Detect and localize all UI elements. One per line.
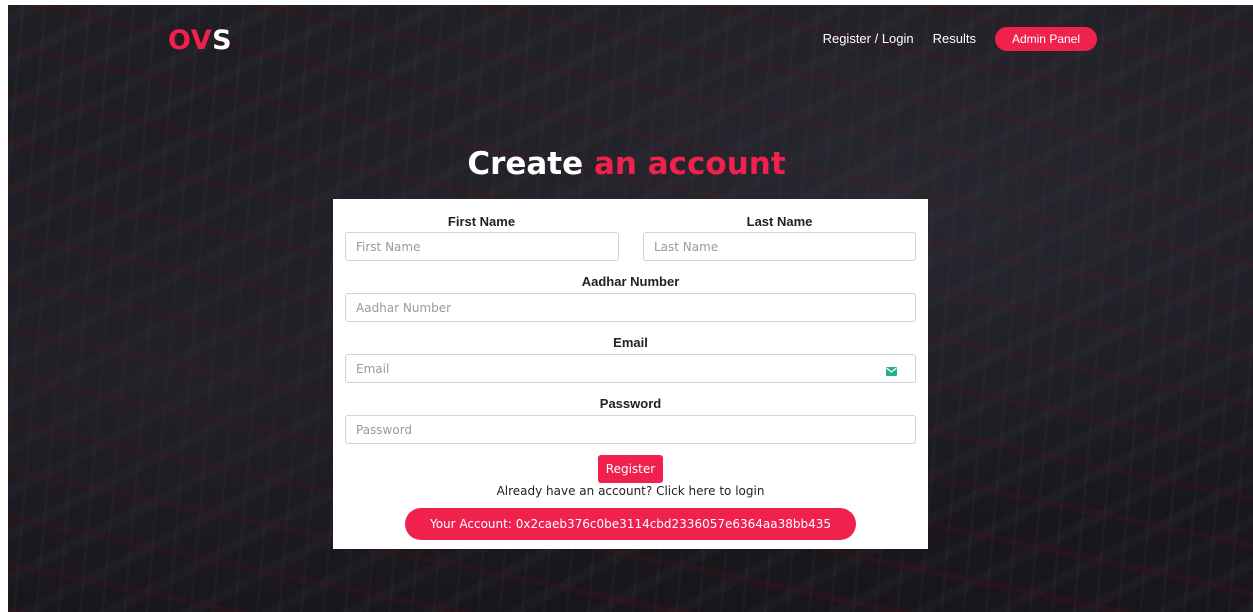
email-label: Email bbox=[613, 335, 648, 350]
page-title: Create an account bbox=[0, 142, 1253, 186]
last-name-label: Last Name bbox=[746, 214, 813, 229]
logo-accent-text: OV bbox=[168, 25, 213, 56]
mail-icon bbox=[886, 363, 897, 376]
first-name-label: First Name bbox=[447, 214, 516, 229]
first-name-input[interactable] bbox=[345, 232, 619, 261]
password-input[interactable] bbox=[345, 415, 916, 444]
page-title-part2: an account bbox=[593, 146, 786, 182]
ovs-logo[interactable]: OVS bbox=[168, 26, 232, 56]
password-label: Password bbox=[599, 396, 662, 411]
logo-rest-text: S bbox=[212, 25, 233, 56]
aadhar-number-input[interactable] bbox=[345, 293, 916, 322]
account-address-badge: Your Account: 0x2caeb376c0be3114cbd23360… bbox=[405, 508, 856, 540]
nav-results-link[interactable]: Results bbox=[933, 27, 976, 51]
register-button[interactable]: Register bbox=[598, 455, 663, 483]
page-title-part1: Create bbox=[467, 146, 584, 182]
top-nav: Register / Login Results Admin Panel bbox=[823, 27, 1097, 51]
aadhar-number-label: Aadhar Number bbox=[581, 274, 680, 289]
registration-form-card: First Name Last Name Aadhar Number Email… bbox=[333, 199, 928, 549]
last-name-input[interactable] bbox=[643, 232, 916, 261]
nav-register-login-link[interactable]: Register / Login bbox=[823, 27, 914, 51]
page-border-left bbox=[0, 0, 8, 612]
admin-panel-button[interactable]: Admin Panel bbox=[995, 27, 1097, 51]
login-link[interactable]: Already have an account? Click here to l… bbox=[333, 484, 928, 498]
email-input[interactable] bbox=[345, 354, 916, 383]
page-border-top bbox=[0, 0, 1253, 5]
